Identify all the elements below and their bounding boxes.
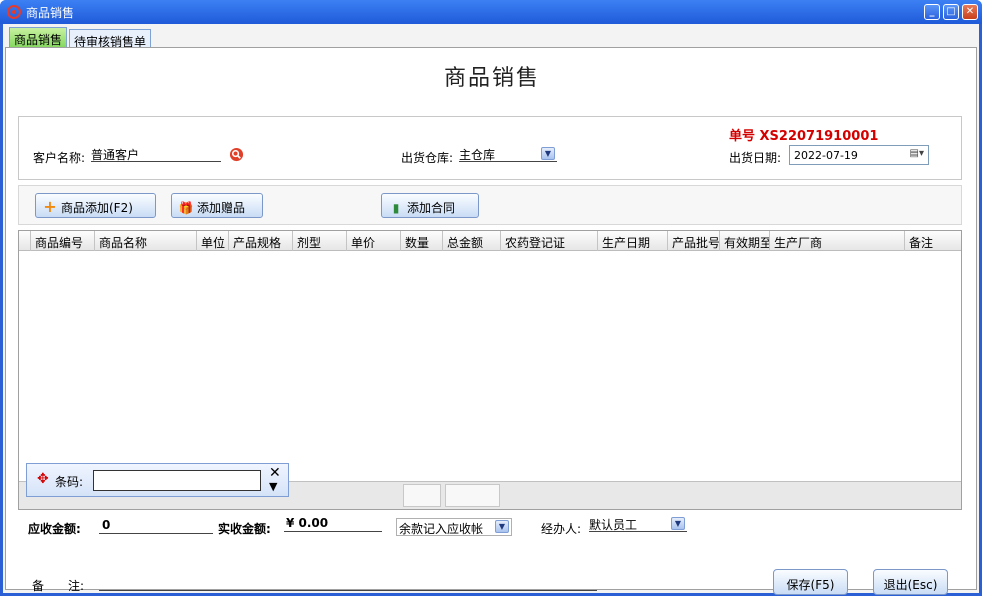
receivable-value: 0: [102, 518, 111, 532]
tab-pending-sales-orders[interactable]: 待审核销售单: [69, 29, 152, 49]
window-client-area: 商品销售 待审核销售单 商品销售 单号 XS22071910001 客户名称: …: [3, 24, 979, 595]
remark-label-part1: 备: [32, 579, 45, 593]
col-quantity[interactable]: 数量: [401, 231, 443, 251]
grid-header: 商品编号 商品名称 单位 产品规格 剂型 单价 数量 总金额 农药登记证 生产日…: [19, 231, 961, 251]
warehouse-select[interactable]: 主仓库 ▼: [459, 146, 557, 162]
customer-value: 普通客户: [91, 148, 140, 162]
col-product-name[interactable]: 商品名称: [95, 231, 197, 251]
sales-panel: 商品销售 单号 XS22071910001 客户名称: 普通客户 出货仓库: 主…: [5, 47, 977, 595]
tab-product-sales[interactable]: 商品销售: [9, 27, 68, 49]
ship-date-value: 2022-07-19: [794, 149, 858, 162]
chevron-down-icon[interactable]: ▼: [495, 520, 509, 533]
tab-bar: 商品销售 待审核销售单: [3, 24, 979, 49]
barcode-panel: ✥ 条码: ✕ ▼: [26, 463, 289, 497]
close-button[interactable]: ✕: [962, 4, 978, 20]
col-production-date[interactable]: 生产日期: [598, 231, 668, 251]
col-batch-number[interactable]: 产品批号: [668, 231, 720, 251]
balance-mode-select[interactable]: 余款记入应收帐 ▼: [396, 518, 512, 536]
plus-icon: +: [43, 197, 57, 216]
summary-cell-total: [445, 484, 500, 507]
remark-label-part2: 注:: [68, 579, 85, 593]
minimize-button[interactable]: _: [924, 4, 940, 20]
add-gift-button[interactable]: 🎁 添加赠品: [171, 193, 263, 218]
calendar-icon[interactable]: ▤▾: [910, 148, 924, 159]
ship-date-picker[interactable]: 2022-07-19 ▤▾: [789, 145, 929, 165]
window-title: 商品销售: [26, 6, 75, 20]
contract-book-icon: ▮: [392, 201, 400, 215]
add-gift-label: 添加赠品: [197, 201, 246, 215]
order-header: 单号 XS22071910001 客户名称: 普通客户 出货仓库: 主仓库 ▼ …: [18, 116, 962, 180]
balance-mode-value: 余款记入应收帐: [399, 522, 484, 536]
maximize-button[interactable]: □: [943, 4, 959, 20]
barcode-label: 条码:: [55, 475, 84, 489]
receivable-field: 0: [99, 518, 213, 534]
row-indicator-header: [19, 231, 31, 251]
add-product-button[interactable]: + 商品添加(F2): [35, 193, 156, 218]
add-product-label: 商品添加(F2): [61, 201, 133, 215]
title-bar[interactable]: 商品销售 _ □ ✕: [0, 0, 982, 24]
col-expiry-date[interactable]: 有效期至: [720, 231, 770, 251]
col-dosage-form[interactable]: 剂型: [293, 231, 347, 251]
col-unit[interactable]: 单位: [197, 231, 229, 251]
received-label: 实收金额:: [218, 522, 271, 536]
add-contract-button[interactable]: ▮ 添加合同: [381, 193, 479, 218]
chevron-down-icon[interactable]: ▼: [671, 517, 685, 530]
barcode-input[interactable]: [93, 470, 261, 491]
add-contract-label: 添加合同: [407, 201, 456, 215]
customer-search-icon[interactable]: [229, 147, 244, 162]
order-number: 单号 XS22071910001: [729, 129, 879, 144]
col-total-amount[interactable]: 总金额: [443, 231, 501, 251]
operator-value: 默认员工: [589, 518, 638, 532]
warehouse-value: 主仓库: [459, 148, 496, 162]
customer-field[interactable]: 普通客户: [91, 146, 221, 162]
received-value: ¥ 0.00: [286, 516, 329, 530]
collapse-down-icon[interactable]: ▼: [269, 480, 277, 493]
col-remark[interactable]: 备注: [905, 231, 961, 251]
customer-label: 客户名称:: [33, 151, 86, 165]
save-button[interactable]: 保存(F5): [773, 569, 848, 595]
item-toolbar: + 商品添加(F2) 🎁 添加赠品 ▮ 添加合同: [18, 185, 962, 225]
app-icon: [7, 5, 21, 19]
gift-icon: 🎁: [178, 201, 194, 215]
col-manufacturer[interactable]: 生产厂商: [770, 231, 905, 251]
warehouse-label: 出货仓库:: [401, 151, 454, 165]
operator-select[interactable]: 默认员工 ▼: [589, 516, 687, 532]
col-unit-price[interactable]: 单价: [347, 231, 401, 251]
exit-button[interactable]: 退出(Esc): [873, 569, 948, 595]
move-icon[interactable]: ✥: [37, 472, 49, 486]
operator-label: 经办人:: [541, 522, 582, 536]
summary-cell-quantity: [403, 484, 441, 507]
col-spec[interactable]: 产品规格: [229, 231, 293, 251]
receivable-label: 应收金额:: [28, 522, 81, 536]
page-title: 商品销售: [443, 66, 540, 91]
ship-date-label: 出货日期:: [729, 151, 782, 165]
remark-input[interactable]: [99, 575, 597, 591]
close-icon[interactable]: ✕: [269, 465, 281, 481]
col-pesticide-reg-cert[interactable]: 农药登记证: [501, 231, 598, 251]
received-amount-input[interactable]: ¥ 0.00: [284, 516, 382, 532]
chevron-down-icon[interactable]: ▼: [541, 147, 555, 160]
col-product-code[interactable]: 商品编号: [31, 231, 95, 251]
application-window: 商品销售 _ □ ✕ 商品销售 待审核销售单 商品销售 单号 XS2207191…: [0, 0, 982, 596]
